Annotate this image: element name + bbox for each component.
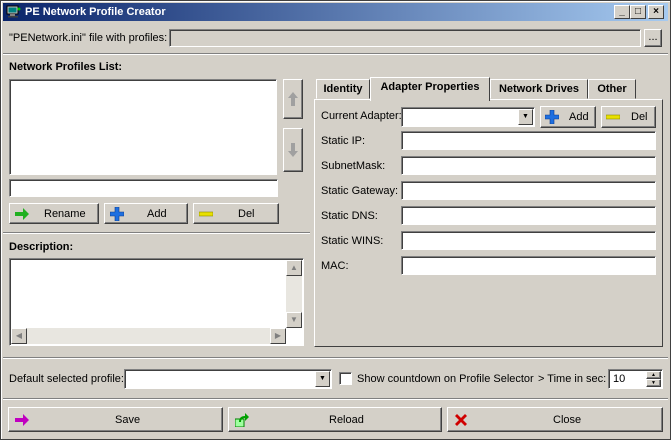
add-profile-button[interactable]: Add <box>104 203 188 224</box>
tab-adapter-properties[interactable]: Adapter Properties <box>370 77 490 101</box>
default-profile-label: Default selected profile: <box>9 373 124 385</box>
profiles-listbox[interactable] <box>9 79 277 175</box>
current-adapter-combo[interactable]: ▼ <box>401 107 535 127</box>
save-button[interactable]: Save <box>8 407 223 432</box>
default-profile-combo[interactable]: ▼ <box>124 369 332 389</box>
static-wins-input[interactable] <box>401 231 656 250</box>
static-dns-label: Static DNS: <box>321 210 378 222</box>
subnet-mask-label: SubnetMask: <box>321 160 386 172</box>
profiles-heading: Network Profiles List: <box>9 61 123 73</box>
time-in-sec-value: 10 <box>613 373 626 385</box>
add-profile-button-label: Add <box>147 207 167 220</box>
divider-actions <box>3 398 668 400</box>
description-hscroll[interactable]: ◀ ▶ <box>11 328 286 344</box>
static-gateway-label: Static Gateway: <box>321 185 399 197</box>
reload-button[interactable]: Reload <box>228 407 442 432</box>
arrow-right-icon <box>15 207 29 220</box>
tab-other[interactable]: Other <box>588 79 636 99</box>
close-icon <box>455 413 467 426</box>
tab-identity[interactable]: Identity <box>316 79 370 99</box>
network-computer-icon <box>6 5 21 18</box>
divider-top <box>3 53 668 55</box>
subnet-mask-input[interactable] <box>401 156 656 175</box>
scroll-left-button[interactable]: ◀ <box>11 328 27 344</box>
time-in-sec-label: > Time in sec: <box>538 373 607 385</box>
minus-icon <box>606 114 620 120</box>
spin-down-button[interactable]: ▼ <box>646 379 661 387</box>
maximize-button[interactable]: □ <box>630 5 646 19</box>
close-window-button[interactable]: × <box>648 5 664 19</box>
description-heading: Description: <box>9 241 74 253</box>
scroll-down-button[interactable]: ▼ <box>286 312 302 328</box>
save-button-label: Save <box>115 413 141 426</box>
rename-button-label: Rename <box>44 207 86 220</box>
arrow-right-icon <box>15 413 29 426</box>
current-adapter-label: Current Adapter: <box>321 110 402 122</box>
scroll-right-button[interactable]: ▶ <box>270 328 286 344</box>
profile-name-input[interactable] <box>9 179 278 197</box>
chevron-down-icon[interactable]: ▼ <box>518 109 533 125</box>
plus-icon <box>545 110 559 124</box>
divider-left <box>3 232 310 234</box>
arrow-down-icon <box>288 143 298 157</box>
rename-button[interactable]: Rename <box>9 203 99 224</box>
countdown-checkbox[interactable] <box>339 372 352 385</box>
tab-network-drives[interactable]: Network Drives <box>490 79 588 99</box>
close-button-label: Close <box>553 413 582 426</box>
main-window: PE Network Profile Creator _ □ × "PENetw… <box>0 0 671 440</box>
minimize-button[interactable]: _ <box>614 5 630 19</box>
ini-file-label: "PENetwork.ini" file with profiles: <box>9 32 168 44</box>
description-textarea[interactable]: ▲ ▼ ◀ ▶ <box>9 258 304 346</box>
del-profile-button-label: Del <box>238 207 255 220</box>
minus-icon <box>199 211 213 216</box>
window-title: PE Network Profile Creator <box>25 6 166 18</box>
move-down-button[interactable] <box>283 128 303 172</box>
close-button[interactable]: Close <box>447 407 663 432</box>
reload-icon <box>235 412 249 427</box>
description-vscroll[interactable]: ▲ ▼ <box>286 260 302 328</box>
del-profile-button[interactable]: Del <box>193 203 279 224</box>
static-ip-label: Static IP: <box>321 135 366 147</box>
static-wins-label: Static WINS: <box>321 235 384 247</box>
del-adapter-button[interactable]: Del <box>601 106 656 128</box>
add-adapter-button-label: Add <box>569 111 589 123</box>
reload-button-label: Reload <box>329 413 364 426</box>
mac-label: MAC: <box>321 260 349 272</box>
static-dns-input[interactable] <box>401 206 656 225</box>
mac-input[interactable] <box>401 256 656 275</box>
add-adapter-button[interactable]: Add <box>540 106 596 128</box>
chevron-down-icon[interactable]: ▼ <box>315 371 330 387</box>
countdown-label: Show countdown on Profile Selector <box>357 373 534 385</box>
title-bar[interactable]: PE Network Profile Creator _ □ × <box>3 3 668 21</box>
static-gateway-input[interactable] <box>401 181 656 200</box>
browse-button[interactable]: ... <box>644 29 662 47</box>
del-adapter-button-label: Del <box>631 111 648 123</box>
static-ip-input[interactable] <box>401 131 656 150</box>
time-in-sec-spinner[interactable]: 10 ▲ ▼ <box>608 369 663 389</box>
divider-bottom <box>3 357 668 359</box>
ini-file-path-field[interactable] <box>169 29 641 47</box>
plus-icon <box>110 206 124 221</box>
scroll-up-button[interactable]: ▲ <box>286 260 302 276</box>
spin-up-button[interactable]: ▲ <box>646 371 661 379</box>
move-up-button[interactable] <box>283 79 303 119</box>
arrow-up-icon <box>288 92 298 106</box>
